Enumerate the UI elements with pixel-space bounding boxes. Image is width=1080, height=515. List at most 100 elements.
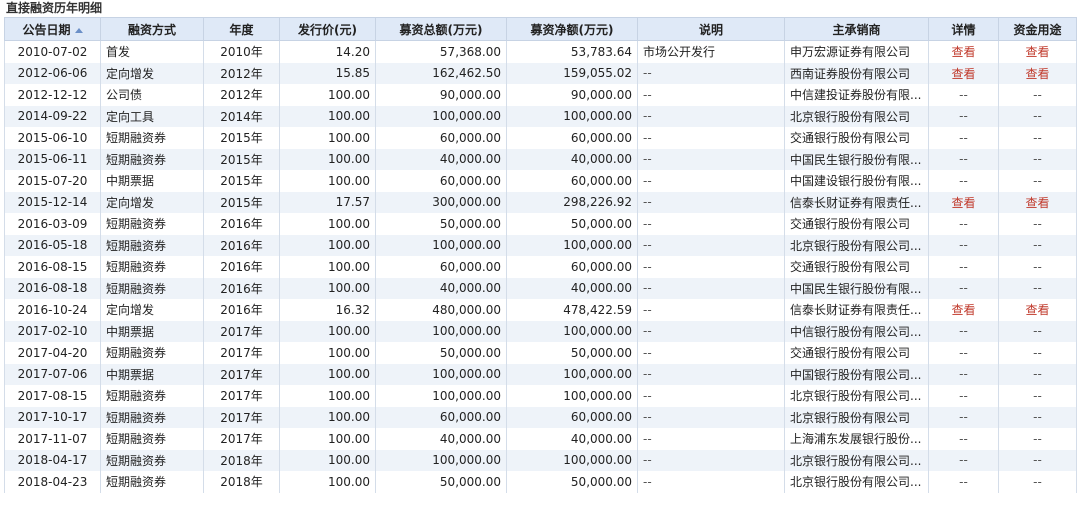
view-usage-link[interactable]: 查看 — [998, 62, 1077, 84]
cell-price: 100.00 — [279, 170, 376, 192]
cell-total: 57,368.00 — [375, 40, 507, 63]
column-header-total[interactable]: 募资总额(万元) — [375, 17, 507, 41]
cell-net: 90,000.00 — [506, 84, 638, 106]
cell-underwriter: 信泰长财证券有限责任... — [784, 299, 929, 321]
table-row: 2015-06-10 短期融资券 2015年 100.00 60,000.00 60,00… — [4, 127, 1077, 149]
cell-year: 2017年 — [203, 428, 280, 450]
cell-underwriter: 中国银行股份有限公司... — [784, 363, 929, 385]
cell-year: 2015年 — [203, 191, 280, 213]
cell-note: -- — [637, 471, 785, 493]
cell-date: 2017-07-06 — [4, 363, 101, 385]
column-header-detail[interactable]: 详情 — [928, 17, 999, 41]
cell-detail: -- — [928, 277, 999, 299]
financing-history-table: 公告日期 融资方式 年度 发行价(元) 募资总额(万元) 募资净额(万元) 说明… — [4, 17, 1077, 493]
cell-net: 100,000.00 — [506, 363, 638, 385]
cell-method: 定向增发 — [100, 62, 204, 84]
cell-usage: -- — [998, 256, 1077, 278]
cell-note: -- — [637, 449, 785, 471]
cell-usage: -- — [998, 213, 1077, 235]
view-detail-link[interactable]: 查看 — [928, 62, 999, 84]
cell-net: 60,000.00 — [506, 256, 638, 278]
sort-ascending-icon[interactable] — [74, 27, 83, 33]
table-row: 2016-08-15 短期融资券 2016年 100.00 60,000.00 60,00… — [4, 256, 1077, 278]
cell-date: 2014-09-22 — [4, 105, 101, 127]
cell-year: 2015年 — [203, 148, 280, 170]
column-header-note[interactable]: 说明 — [637, 17, 785, 41]
cell-date: 2010-07-02 — [4, 40, 101, 63]
cell-year: 2015年 — [203, 127, 280, 149]
cell-note: -- — [637, 428, 785, 450]
column-header-year[interactable]: 年度 — [203, 17, 280, 41]
view-detail-link[interactable]: 查看 — [928, 299, 999, 321]
cell-detail: -- — [928, 256, 999, 278]
cell-date: 2017-04-20 — [4, 342, 101, 364]
column-header-underwriter[interactable]: 主承销商 — [784, 17, 929, 41]
cell-detail: -- — [928, 320, 999, 342]
cell-price: 100.00 — [279, 406, 376, 428]
cell-detail: -- — [928, 342, 999, 364]
cell-detail: -- — [928, 428, 999, 450]
view-detail-link[interactable]: 查看 — [928, 40, 999, 63]
cell-year: 2017年 — [203, 406, 280, 428]
cell-total: 40,000.00 — [375, 277, 507, 299]
cell-net: 100,000.00 — [506, 234, 638, 256]
cell-year: 2016年 — [203, 213, 280, 235]
cell-total: 50,000.00 — [375, 342, 507, 364]
cell-underwriter: 北京银行股份有限公司... — [784, 471, 929, 493]
table-row: 2018-04-23 短期融资券 2018年 100.00 50,000.00 50,00… — [4, 471, 1077, 493]
cell-net: 50,000.00 — [506, 342, 638, 364]
cell-method: 短期融资券 — [100, 213, 204, 235]
cell-usage: -- — [998, 320, 1077, 342]
column-header-date[interactable]: 公告日期 — [4, 17, 101, 41]
cell-note: -- — [637, 84, 785, 106]
cell-price: 100.00 — [279, 277, 376, 299]
cell-note: -- — [637, 62, 785, 84]
cell-net: 298,226.92 — [506, 191, 638, 213]
view-usage-link[interactable]: 查看 — [998, 40, 1077, 63]
cell-date: 2015-12-14 — [4, 191, 101, 213]
cell-note: 市场公开发行 — [637, 40, 785, 63]
view-usage-link[interactable]: 查看 — [998, 299, 1077, 321]
cell-underwriter: 信泰长财证券有限责任... — [784, 191, 929, 213]
cell-underwriter: 西南证券股份有限公司 — [784, 62, 929, 84]
view-usage-link[interactable]: 查看 — [998, 191, 1077, 213]
cell-underwriter: 交通银行股份有限公司 — [784, 342, 929, 364]
cell-method: 短期融资券 — [100, 342, 204, 364]
column-header-method[interactable]: 融资方式 — [100, 17, 204, 41]
cell-method: 短期融资券 — [100, 385, 204, 407]
cell-underwriter: 中国建设银行股份有限... — [784, 170, 929, 192]
cell-net: 60,000.00 — [506, 406, 638, 428]
cell-note: -- — [637, 234, 785, 256]
column-header-price[interactable]: 发行价(元) — [279, 17, 376, 41]
cell-note: -- — [637, 170, 785, 192]
cell-total: 100,000.00 — [375, 320, 507, 342]
cell-underwriter: 交通银行股份有限公司 — [784, 256, 929, 278]
cell-method: 定向工具 — [100, 105, 204, 127]
table-row: 2017-07-06 中期票据 2017年 100.00 100,000.00 100,0… — [4, 363, 1077, 385]
cell-net: 60,000.00 — [506, 170, 638, 192]
cell-year: 2018年 — [203, 471, 280, 493]
cell-price: 100.00 — [279, 363, 376, 385]
table-row: 2014-09-22 定向工具 2014年 100.00 100,000.00 100,0… — [4, 105, 1077, 127]
column-header-usage[interactable]: 资金用途 — [998, 17, 1077, 41]
cell-method: 短期融资券 — [100, 406, 204, 428]
cell-detail: -- — [928, 234, 999, 256]
cell-net: 100,000.00 — [506, 385, 638, 407]
cell-price: 100.00 — [279, 428, 376, 450]
table-row: 2017-02-10 中期票据 2017年 100.00 100,000.00 100,0… — [4, 320, 1077, 342]
cell-usage: -- — [998, 385, 1077, 407]
cell-method: 短期融资券 — [100, 449, 204, 471]
cell-year: 2016年 — [203, 299, 280, 321]
cell-date: 2016-08-18 — [4, 277, 101, 299]
table-row: 2016-10-24 定向增发 2016年 16.32 480,000.00 478,42… — [4, 299, 1077, 321]
table-row: 2018-04-17 短期融资券 2018年 100.00 100,000.00 100,… — [4, 449, 1077, 471]
cell-underwriter: 北京银行股份有限公司... — [784, 234, 929, 256]
cell-date: 2015-06-10 — [4, 127, 101, 149]
view-detail-link[interactable]: 查看 — [928, 191, 999, 213]
cell-price: 100.00 — [279, 320, 376, 342]
column-header-net[interactable]: 募资净额(万元) — [506, 17, 638, 41]
cell-date: 2017-10-17 — [4, 406, 101, 428]
cell-year: 2018年 — [203, 449, 280, 471]
cell-date: 2018-04-23 — [4, 471, 101, 493]
table-row: 2017-11-07 短期融资券 2017年 100.00 40,000.00 40,00… — [4, 428, 1077, 450]
